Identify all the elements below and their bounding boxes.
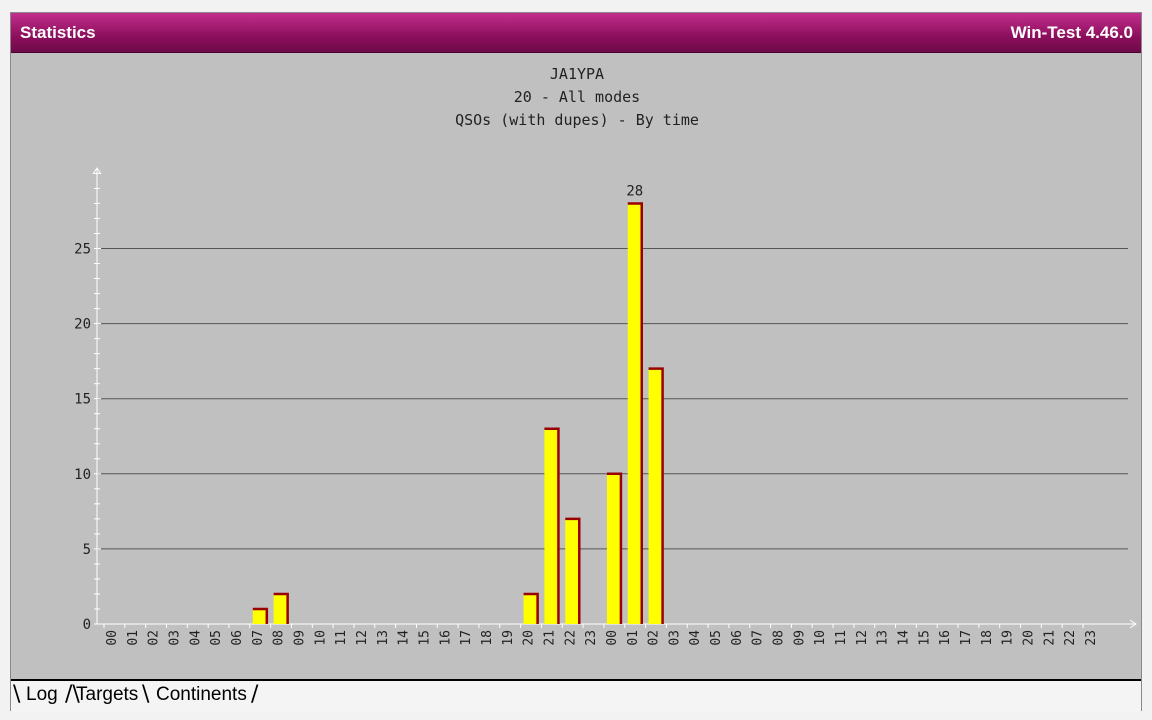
x-tick-label: 01 [126, 630, 141, 646]
x-tick-label: 08 [772, 630, 787, 646]
statistics-window: Statistics Win-Test 4.46.0 JA1YPA 20 - A… [10, 12, 1142, 712]
x-tick-label: 10 [813, 630, 828, 646]
x-tick-label: 05 [209, 630, 224, 646]
bar [565, 518, 580, 624]
y-tick-label: 20 [74, 317, 91, 333]
tab-separator: \ [13, 682, 21, 707]
x-tick-label: 23 [1084, 630, 1099, 646]
qso-bar-chart: JA1YPA 20 - All modes QSOs (with dupes) … [74, 65, 1137, 646]
y-tick-label: 25 [74, 242, 91, 258]
bar [252, 608, 267, 624]
bar [627, 203, 642, 624]
x-tick-label: 06 [230, 630, 245, 646]
x-tick-label: 19 [501, 630, 516, 646]
x-tick-label: 15 [417, 630, 432, 646]
x-tick-label: 18 [980, 630, 995, 646]
x-tick-label: 03 [167, 630, 182, 646]
tab-continents[interactable]: Continents [156, 684, 247, 706]
x-tick-label: 10 [313, 630, 328, 646]
x-tick-label: 02 [647, 630, 662, 646]
x-tick-label: 22 [1063, 630, 1078, 646]
x-tick-label: 11 [834, 630, 849, 646]
window-title: Statistics [20, 23, 96, 42]
bar [648, 368, 663, 624]
bar [544, 428, 559, 624]
x-tick-label: 20 [522, 630, 537, 646]
bar [606, 473, 621, 624]
chart-area: JA1YPA 20 - All modes QSOs (with dupes) … [11, 53, 1141, 679]
x-tick-label: 01 [626, 630, 641, 646]
x-tick-label: 23 [584, 630, 599, 646]
x-tick-label: 18 [480, 630, 495, 646]
x-tick-label: 22 [563, 630, 578, 646]
tab-targets[interactable]: Targets [76, 684, 138, 706]
x-tick-label: 20 [1022, 630, 1037, 646]
peak-value-label: 28 [626, 183, 643, 199]
x-tick-label: 04 [188, 630, 203, 646]
bar [273, 593, 288, 624]
x-tick-label: 09 [292, 630, 307, 646]
x-tick-label: 19 [1001, 630, 1016, 646]
x-tick-label: 07 [751, 630, 766, 646]
x-tick-label: 02 [147, 630, 162, 646]
x-tick-label: 09 [792, 630, 807, 646]
x-tick-label: 14 [397, 630, 412, 646]
x-tick-label: 07 [251, 630, 266, 646]
x-tick-label: 08 [272, 630, 287, 646]
chart-title-line-1: JA1YPA [550, 65, 604, 83]
chart-title-line-2: 20 - All modes [514, 88, 640, 106]
x-tick-label: 21 [1042, 630, 1057, 646]
chart-title-line-3: QSOs (with dupes) - By time [455, 111, 699, 129]
x-tick-label: 13 [876, 630, 891, 646]
x-tick-label: 06 [730, 630, 745, 646]
x-tick-label: 13 [376, 630, 391, 646]
x-tick-label: 14 [897, 630, 912, 646]
tab-separator: / [251, 682, 259, 707]
x-tick-label: 16 [438, 630, 453, 646]
tab-bar: \ Log /\ Targets \ Continents / [11, 679, 1141, 712]
app-version: Win-Test 4.46.0 [1010, 23, 1133, 42]
title-bar: Statistics Win-Test 4.46.0 [11, 13, 1141, 53]
tab-separator: \ [142, 682, 150, 707]
bar [523, 593, 538, 624]
x-tick-label: 17 [959, 630, 974, 646]
tab-log[interactable]: Log [26, 684, 58, 706]
y-tick-label: 10 [74, 467, 91, 483]
y-tick-label: 0 [83, 617, 91, 633]
y-tick-label: 5 [83, 542, 91, 558]
x-tick-label: 21 [542, 630, 557, 646]
x-tick-label: 04 [688, 630, 703, 646]
x-tick-label: 03 [667, 630, 682, 646]
x-tick-label: 16 [938, 630, 953, 646]
x-tick-label: 12 [855, 630, 870, 646]
x-tick-label: 12 [355, 630, 370, 646]
x-tick-label: 05 [709, 630, 724, 646]
x-tick-label: 11 [334, 630, 349, 646]
y-tick-label: 15 [74, 392, 91, 408]
x-tick-label: 00 [105, 630, 120, 646]
x-tick-label: 17 [459, 630, 474, 646]
x-tick-label: 00 [605, 630, 620, 646]
x-tick-label: 15 [917, 630, 932, 646]
